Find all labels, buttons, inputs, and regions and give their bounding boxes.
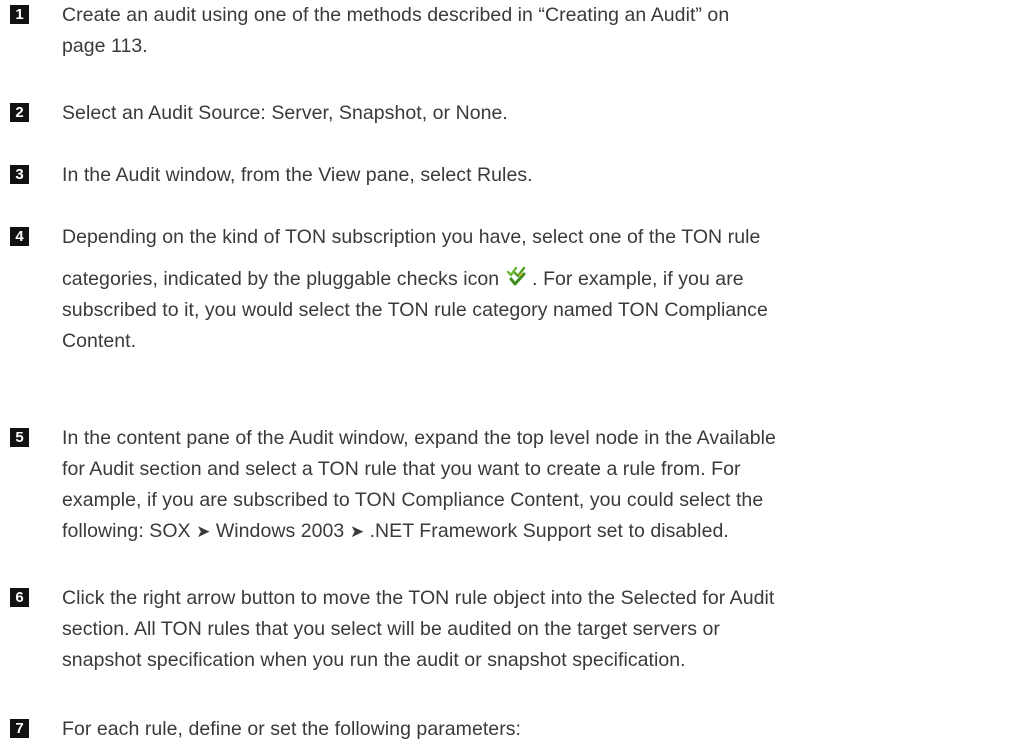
step-text: Depending on the kind of TON subscriptio… xyxy=(62,222,982,357)
step-text: Click the right arrow button to move the… xyxy=(62,583,982,676)
step-number-badge: 1 xyxy=(10,5,29,24)
step-text-line: In the content pane of the Audit window,… xyxy=(62,427,776,449)
step-number-badge: 3 xyxy=(10,165,29,184)
step-text: In the Audit window, from the View pane,… xyxy=(62,160,982,191)
step-text: Create an audit using one of the methods… xyxy=(62,0,982,62)
step-text-line: Click the right arrow button to move the… xyxy=(62,587,775,609)
step-text-line: For each rule, define or set the followi… xyxy=(62,718,522,740)
step-text-line: section. All TON rules that you select w… xyxy=(62,618,720,640)
breadcrumb-arrow-icon: ➤ xyxy=(349,522,365,541)
step-number-badge: 7 xyxy=(10,719,29,738)
step-text-line: Create an audit using one of the methods… xyxy=(62,4,730,26)
pluggable-checks-icon xyxy=(505,265,527,287)
step-text-line: categories, indicated by the pluggable c… xyxy=(62,264,982,295)
step-number-badge: 6 xyxy=(10,588,29,607)
step-text-line: subscribed to it, you would select the T… xyxy=(62,299,768,321)
step-text-fragment: .NET Framework Support set to disabled. xyxy=(369,520,729,542)
step-text-line: example, if you are subscribed to TON Co… xyxy=(62,489,764,511)
step-text-fragment: . For example, if you are xyxy=(532,268,744,290)
breadcrumb-arrow-icon: ➤ xyxy=(196,522,211,541)
step-text-line: for Audit section and select a TON rule … xyxy=(62,458,741,480)
step-text: Select an Audit Source: Server, Snapshot… xyxy=(62,98,982,129)
step-number-badge: 4 xyxy=(10,227,29,246)
step-text-line: snapshot specification when you run the … xyxy=(62,649,686,671)
step-text-line: Select an Audit Source: Server, Snapshot… xyxy=(62,102,508,124)
step-text-line: page 113. xyxy=(62,35,148,57)
step-text-fragment: following: SOX xyxy=(62,520,191,542)
step-text-line: Content. xyxy=(62,330,137,352)
step-text-line: following: SOX ➤ Windows 2003 ➤ .NET Fra… xyxy=(62,516,982,547)
step-text-line: In the Audit window, from the View pane,… xyxy=(62,164,533,186)
step-text: In the content pane of the Audit window,… xyxy=(62,423,982,547)
step-text-fragment: categories, indicated by the pluggable c… xyxy=(62,268,500,290)
step-text-fragment: Windows 2003 xyxy=(215,520,345,542)
step-text-line: Depending on the kind of TON subscriptio… xyxy=(62,226,761,248)
step-number-badge: 2 xyxy=(10,103,29,122)
step-number-badge: 5 xyxy=(10,428,29,447)
step-text: For each rule, define or set the followi… xyxy=(62,714,982,745)
